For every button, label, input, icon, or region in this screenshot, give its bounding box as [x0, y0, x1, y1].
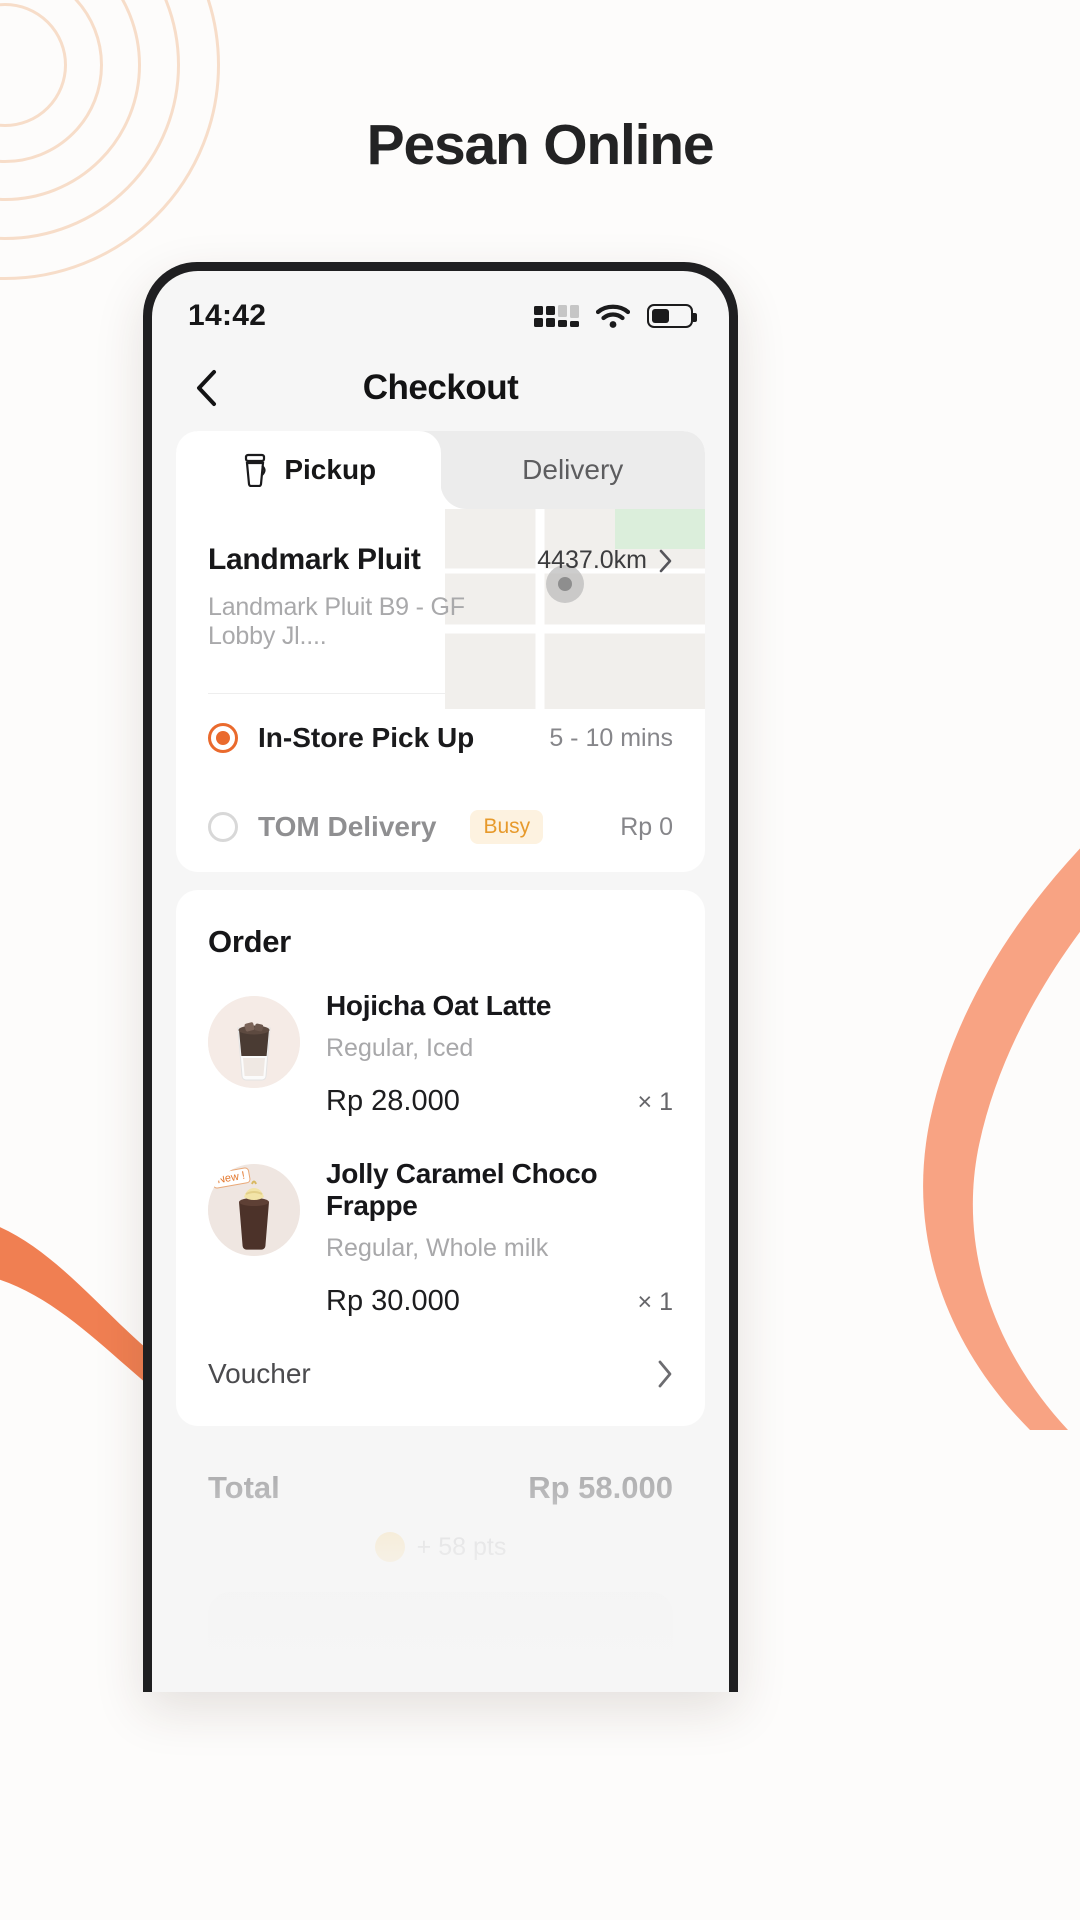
pickup-option-eta: 5 - 10 mins	[549, 723, 673, 752]
total-label: Total	[208, 1470, 280, 1505]
decor-blob-right	[923, 848, 1080, 1430]
item-name: Jolly Caramel Choco Frappe	[326, 1158, 598, 1221]
battery-icon	[647, 304, 697, 328]
item-price-row: Rp 30.000 × 1	[326, 1285, 673, 1318]
store-name: Landmark Pluit	[208, 543, 421, 576]
order-item[interactable]: Hojicha Oat Latte Regular, Iced Rp 28.00…	[176, 970, 705, 1124]
item-name: Hojicha Oat Latte	[326, 990, 552, 1021]
status-bar: 14:42	[152, 271, 729, 345]
item-details: Jolly Caramel Choco Frappe Regular, Whol…	[326, 1158, 673, 1318]
pickup-option-label: In-Store Pick Up	[258, 722, 475, 753]
item-options: Regular, Whole milk	[326, 1234, 549, 1262]
store-distance-button[interactable]: 4437.0km	[537, 543, 673, 575]
store-address: Landmark Pluit B9 - GF Lobby Jl....	[208, 593, 465, 650]
nav-bar: Checkout	[152, 345, 729, 431]
page-title: Pesan Online	[366, 113, 715, 177]
tab-pickup[interactable]: Pickup	[176, 431, 441, 509]
signal-bars-icon	[534, 305, 579, 327]
page-title-checkout: Checkout	[362, 368, 519, 407]
item-thumbnail	[208, 996, 300, 1088]
tab-delivery-label: Delivery	[522, 454, 624, 485]
order-card: Order Hojicha Oat Latte Regular, Iced Rp…	[176, 890, 705, 1426]
coffee-cup-icon	[245, 453, 266, 487]
pickup-card: Pickup Delivery Landmark Pluit Landmark …	[176, 431, 705, 872]
store-distance-label: 4437.0km	[537, 546, 647, 574]
item-thumbnail: New !	[208, 1164, 300, 1256]
item-options: Regular, Iced	[326, 1034, 474, 1062]
store-section: Landmark Pluit Landmark Pluit B9 - GF Lo…	[176, 509, 705, 709]
item-price: Rp 28.000	[326, 1085, 460, 1117]
phone-mockup: 14:42 Checkout Pickup Delivery Landmark …	[143, 262, 738, 1692]
coin-icon	[374, 1532, 405, 1562]
pickup-option-tom-delivery[interactable]: TOM Delivery Busy Rp 0	[176, 782, 705, 872]
fulfilment-tabs: Pickup Delivery	[176, 431, 705, 509]
delivery-option-label: TOM Delivery	[258, 811, 437, 842]
chevron-right-icon	[658, 1360, 672, 1388]
item-details: Hojicha Oat Latte Regular, Iced Rp 28.00…	[326, 990, 673, 1118]
order-section-title: Order	[208, 924, 291, 959]
summary-section: Total Rp 58.000 + 58 pts	[152, 1444, 729, 1684]
tab-pickup-label: Pickup	[284, 454, 377, 485]
place-order-button[interactable]	[208, 1592, 673, 1684]
item-quantity: × 1	[637, 1288, 673, 1316]
status-clock: 14:42	[188, 299, 267, 332]
item-price: Rp 30.000	[326, 1285, 460, 1317]
total-value: Rp 58.000	[528, 1470, 673, 1505]
delivery-option-price: Rp 0	[620, 812, 673, 841]
item-price-row: Rp 28.000 × 1	[326, 1085, 673, 1118]
voucher-label: Voucher	[208, 1358, 311, 1389]
points-row: + 58 pts	[152, 1506, 729, 1562]
item-quantity: × 1	[637, 1088, 673, 1116]
tab-delivery[interactable]: Delivery	[441, 431, 706, 509]
voucher-row[interactable]: Voucher	[176, 1324, 705, 1426]
wifi-icon	[596, 304, 630, 328]
status-icons	[534, 304, 697, 329]
total-row: Total Rp 58.000	[152, 1444, 729, 1506]
points-text: + 58 pts	[416, 1532, 507, 1561]
status-badge-busy: Busy	[470, 810, 544, 844]
store-row: Landmark Pluit Landmark Pluit B9 - GF Lo…	[208, 543, 673, 651]
page-headline-wrap: Pesan Online	[0, 112, 1080, 178]
order-item[interactable]: New ! Jolly Caramel Choco Frappe Regular…	[176, 1124, 705, 1324]
radio-selected-icon[interactable]	[208, 723, 238, 753]
radio-unselected-icon[interactable]	[208, 812, 238, 842]
phone-screen: 14:42 Checkout Pickup Delivery Landmark …	[152, 271, 729, 1692]
chevron-right-icon	[659, 549, 672, 572]
